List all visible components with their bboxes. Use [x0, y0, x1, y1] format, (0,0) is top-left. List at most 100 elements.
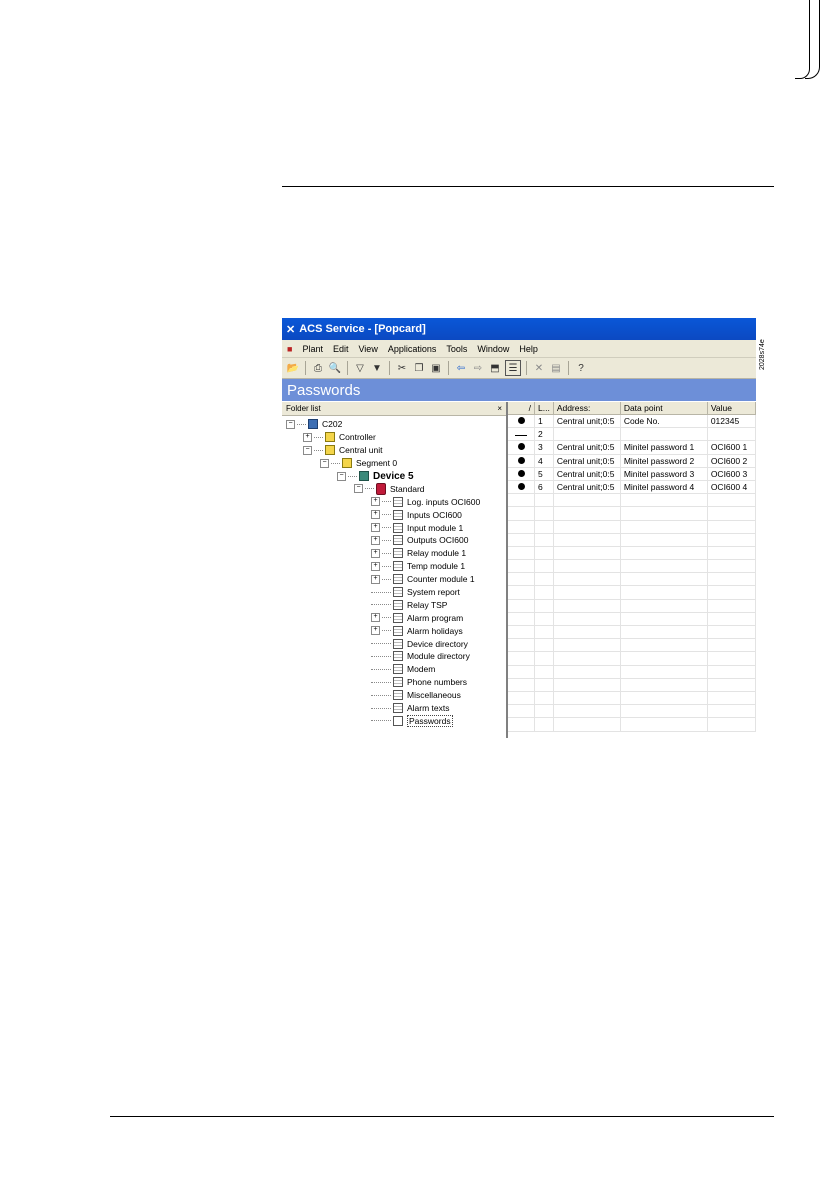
expand-icon[interactable]: +	[371, 613, 380, 623]
tree-node[interactable]: − Standard	[282, 482, 506, 495]
col-value[interactable]: Value	[707, 402, 756, 415]
list-view-icon[interactable]: ☰	[505, 360, 521, 376]
tree-node[interactable]: Relay TSP	[282, 598, 506, 611]
tree-node[interactable]: + Counter module 1	[282, 573, 506, 586]
print-icon[interactable]: ⎙	[311, 361, 325, 375]
back-icon[interactable]: ⇦	[454, 361, 468, 375]
print-preview-icon[interactable]: 🔍	[328, 361, 342, 375]
tree-node[interactable]: − Central unit	[282, 444, 506, 457]
cut-icon[interactable]: ✂	[395, 361, 409, 375]
tree-node[interactable]: − Device 5	[282, 470, 506, 483]
menu-plant[interactable]: Plant	[297, 344, 328, 354]
collapse-icon[interactable]: −	[337, 471, 346, 481]
table-row[interactable]	[508, 493, 756, 508]
tree-node[interactable]: Alarm texts	[282, 702, 506, 715]
tree-node[interactable]: + Log. inputs OCI600	[282, 495, 506, 508]
menu-tools[interactable]: Tools	[441, 344, 472, 354]
folder-up-icon[interactable]: ⬒	[488, 361, 502, 375]
table-row[interactable]	[508, 638, 756, 653]
help-icon[interactable]: ?	[574, 361, 588, 375]
open-icon[interactable]: 📂	[286, 361, 300, 375]
col-line[interactable]: L...	[534, 402, 554, 415]
tree-node[interactable]: + Temp module 1	[282, 560, 506, 573]
tree-node[interactable]: + Inputs OCI600	[282, 508, 506, 521]
table-row[interactable]	[508, 612, 756, 627]
collapse-icon[interactable]: −	[354, 484, 363, 494]
expand-icon[interactable]: +	[371, 497, 380, 507]
collapse-icon[interactable]: −	[320, 458, 329, 468]
collapse-icon[interactable]: −	[303, 445, 312, 455]
close-icon[interactable]: ×	[497, 404, 502, 413]
expand-icon[interactable]: +	[371, 548, 380, 558]
toolbar-separator	[448, 361, 449, 375]
table-row[interactable]: 1 Central unit;0:5 Code No. 012345	[508, 414, 756, 429]
paste-icon[interactable]: ▣	[429, 361, 443, 375]
table-row[interactable]	[508, 585, 756, 600]
cell-address	[553, 704, 621, 719]
table-row[interactable]	[508, 704, 756, 719]
col-data-point[interactable]: Data point	[620, 402, 708, 415]
tree-node[interactable]: + Relay module 1	[282, 547, 506, 560]
delete-icon[interactable]: ✕	[532, 361, 546, 375]
table-row[interactable]: 5 Central unit;0:5 Minitel password 3 OCI60…	[508, 467, 756, 481]
page-title: Passwords	[282, 379, 756, 401]
menu-help[interactable]: Help	[514, 344, 543, 354]
table-row[interactable]: 2	[508, 427, 756, 442]
table-row[interactable]	[508, 520, 756, 534]
collapse-icon[interactable]: −	[286, 419, 295, 429]
copy-icon[interactable]: ❐	[412, 361, 426, 375]
table-row[interactable]: 3 Central unit;0:5 Minitel password 1 OCI60…	[508, 440, 756, 455]
filter-set-icon[interactable]: ▼	[370, 361, 384, 375]
table-row[interactable]: 4 Central unit;0:5 Minitel password 2 OCI60…	[508, 454, 756, 468]
table-row[interactable]	[508, 533, 756, 547]
expand-icon[interactable]: +	[371, 626, 380, 636]
tree-node[interactable]: Modem	[282, 663, 506, 676]
expand-icon[interactable]: +	[371, 535, 380, 545]
table-row[interactable]	[508, 691, 756, 706]
tree-node[interactable]: + Outputs OCI600	[282, 534, 506, 547]
table-row[interactable]	[508, 678, 756, 692]
tree-node[interactable]: Phone numbers	[282, 676, 506, 689]
menu-window[interactable]: Window	[472, 344, 514, 354]
tree-node[interactable]: + Input module 1	[282, 521, 506, 534]
menu-bar: ■ Plant Edit View Applications Tools Win…	[282, 340, 756, 358]
tree-node[interactable]: − C202	[282, 418, 506, 431]
tree-node[interactable]: Passwords	[282, 714, 506, 727]
menu-edit[interactable]: Edit	[328, 344, 354, 354]
cell-line	[534, 506, 554, 521]
standard-icon	[376, 482, 386, 495]
tree-node[interactable]: + Alarm holidays	[282, 624, 506, 637]
table-row[interactable]: 6 Central unit;0:5 Minitel password 4 OCI60…	[508, 480, 756, 495]
menu-applications[interactable]: Applications	[383, 344, 442, 354]
expand-icon[interactable]: +	[371, 574, 380, 584]
tree-node[interactable]: + Alarm program	[282, 611, 506, 624]
table-row[interactable]	[508, 506, 756, 521]
table-row[interactable]	[508, 625, 756, 640]
tree-node[interactable]: Miscellaneous	[282, 689, 506, 702]
table-row[interactable]	[508, 546, 756, 561]
tree-node[interactable]: − Segment 0	[282, 457, 506, 470]
toolbar-separator	[305, 361, 306, 375]
tree-connector	[365, 488, 374, 490]
properties-icon[interactable]: ▤	[549, 361, 563, 375]
cell-line: 6	[534, 480, 554, 495]
col-address[interactable]: Address:	[553, 402, 621, 415]
col-sort[interactable]: /	[508, 402, 535, 415]
forward-icon[interactable]: ⇨	[471, 361, 485, 375]
table-row[interactable]	[508, 559, 756, 574]
tree-node[interactable]: Device directory	[282, 637, 506, 650]
tree-node[interactable]: + Controller	[282, 431, 506, 444]
expand-icon[interactable]: +	[371, 510, 380, 520]
filter-icon[interactable]: ▽	[353, 361, 367, 375]
expand-icon[interactable]: +	[371, 523, 380, 533]
menu-view[interactable]: View	[353, 344, 382, 354]
table-row[interactable]	[508, 599, 756, 613]
table-row[interactable]	[508, 572, 756, 587]
expand-icon[interactable]: +	[371, 561, 380, 571]
tree-node[interactable]: System report	[282, 586, 506, 599]
table-row[interactable]	[508, 665, 756, 679]
tree-node[interactable]: Module directory	[282, 650, 506, 663]
expand-icon[interactable]: +	[303, 432, 312, 442]
table-row[interactable]	[508, 717, 756, 732]
table-row[interactable]	[508, 651, 756, 666]
